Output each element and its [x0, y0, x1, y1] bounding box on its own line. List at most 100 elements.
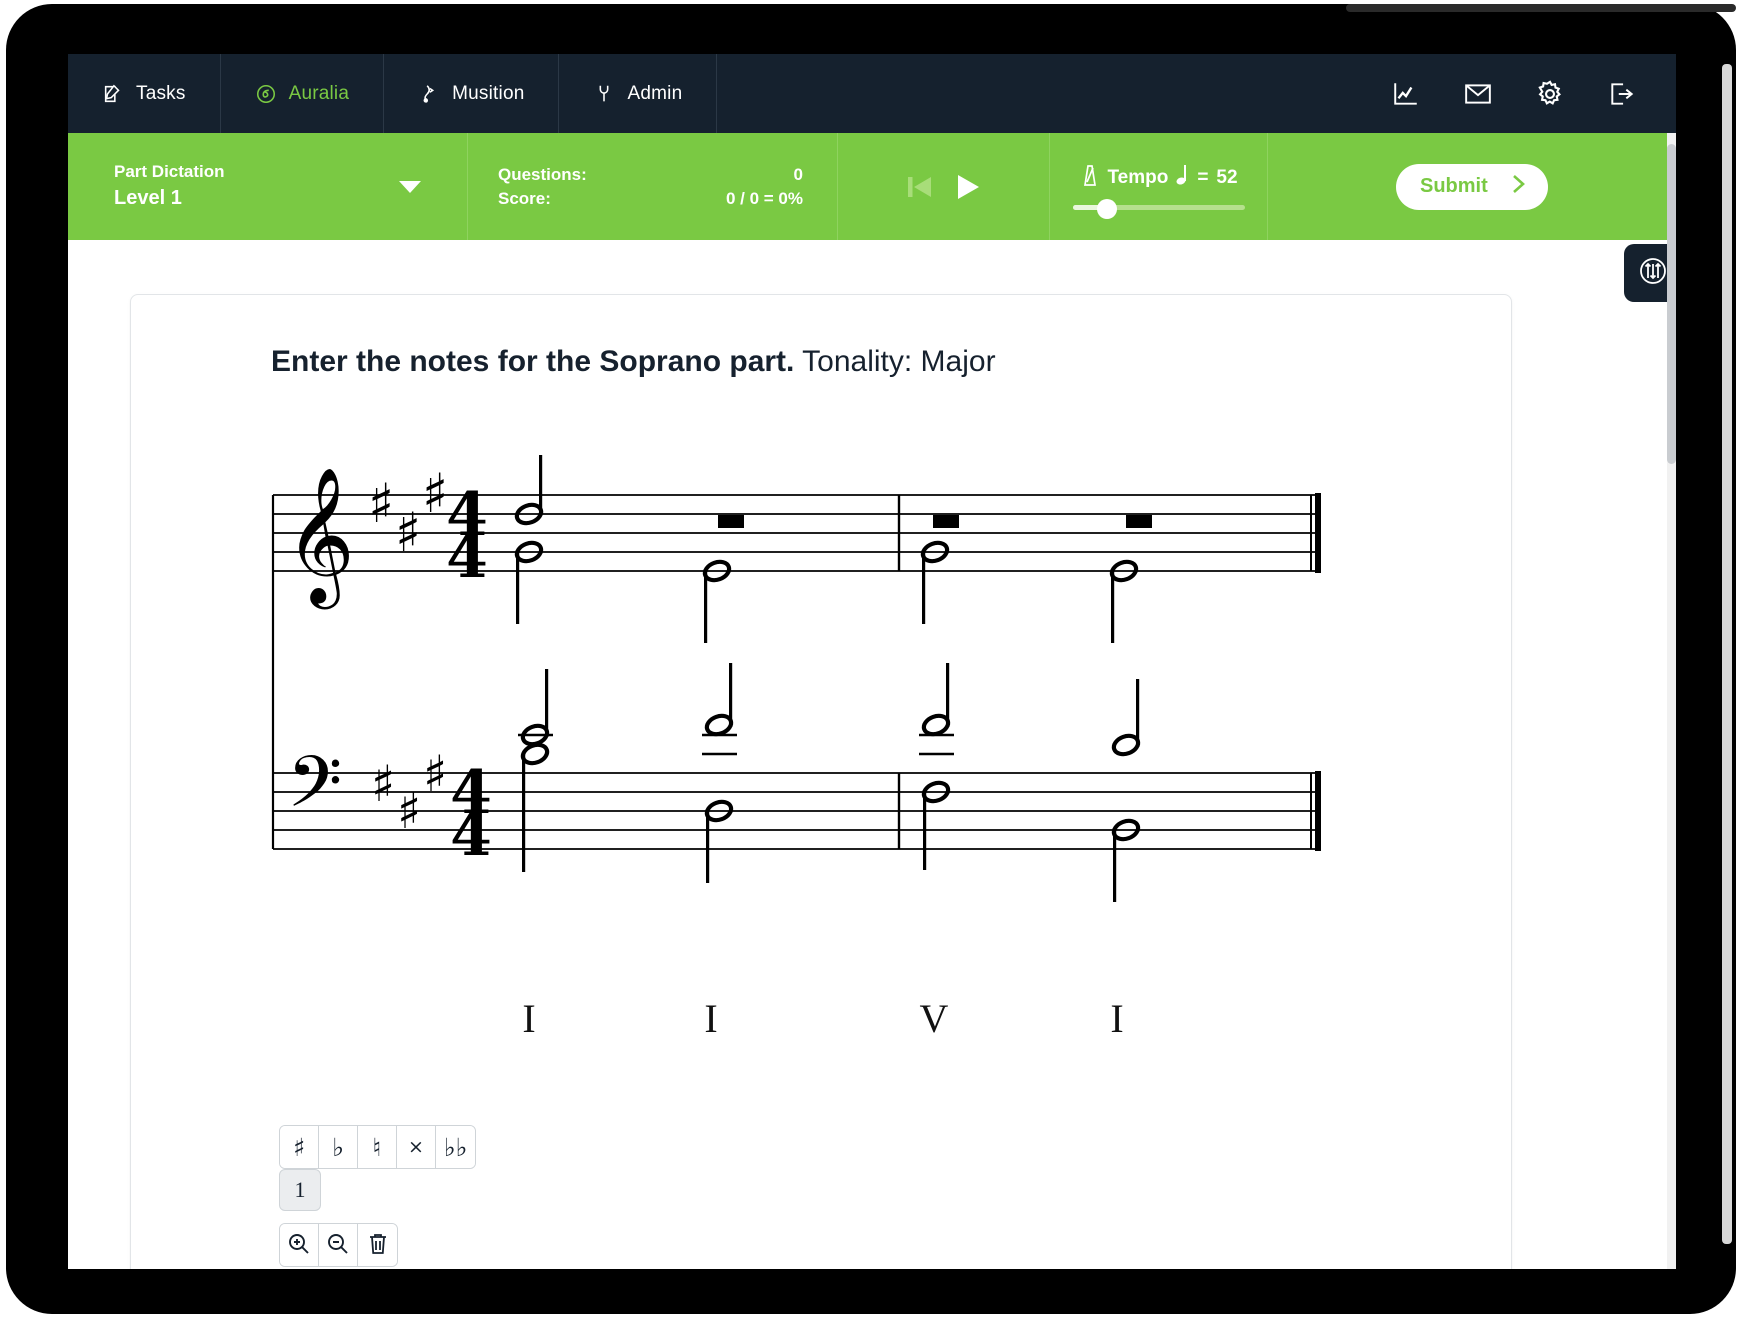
- top-navigation-bar: Tasks Auralia Musition Admin: [68, 54, 1676, 133]
- rewind-to-start-button[interactable]: [903, 170, 937, 204]
- nav-tab-admin[interactable]: Admin: [559, 54, 718, 133]
- double-sharp-icon: ×: [408, 1135, 424, 1158]
- nav-tab-musition[interactable]: Musition: [384, 54, 560, 133]
- zoom-out-icon: [326, 1232, 350, 1259]
- svg-text:4: 4: [446, 522, 488, 592]
- svg-text:𝄢: 𝄢: [287, 741, 342, 841]
- tempo-slider-knob[interactable]: [1096, 198, 1117, 219]
- svg-text:♯: ♯: [371, 755, 395, 813]
- nav-tab-auralia[interactable]: Auralia: [221, 54, 385, 133]
- exercise-selector[interactable]: Part Dictation Level 1: [68, 133, 468, 240]
- gear-icon[interactable]: [1536, 79, 1564, 108]
- treble-half-rest-m2-b3: [1126, 515, 1152, 528]
- treble-note-m1-b1-upper: [514, 455, 544, 526]
- page-scrollbar-thumb[interactable]: [1667, 144, 1676, 464]
- exercise-toolbar: Part Dictation Level 1 Questions: 0 Scor…: [68, 133, 1676, 240]
- tempo-slider[interactable]: [1072, 198, 1245, 219]
- playback-controls: [838, 133, 1050, 240]
- submit-button[interactable]: Submit: [1396, 163, 1548, 210]
- bass-note-m1-b3-upper: [702, 663, 737, 756]
- tempo-label: Tempo: [1107, 166, 1169, 188]
- questions-value: 0: [793, 164, 803, 184]
- wrench-icon: [593, 83, 615, 105]
- bass-note-m1-b1-upper: [518, 669, 553, 747]
- mail-icon[interactable]: [1464, 82, 1492, 106]
- roman-numeral: I: [704, 996, 718, 1041]
- time-signature-treble: 4 4: [446, 480, 488, 592]
- tempo-equals-sign: =: [1197, 166, 1209, 188]
- chevron-down-icon: [399, 180, 421, 193]
- nav-tab-label: Tasks: [136, 82, 186, 104]
- voice-selector-group: 1: [279, 1169, 486, 1211]
- treble-half-rest-m2-b1: [933, 515, 959, 528]
- voice-number-label: 1: [294, 1177, 306, 1202]
- key-signature-treble: ♯ ♯ ♯: [368, 462, 448, 564]
- time-signature-bass: 4 4: [450, 758, 492, 870]
- zoom-in-icon: [287, 1232, 311, 1259]
- play-button[interactable]: [951, 170, 985, 204]
- natural-icon: ♮: [372, 1132, 382, 1162]
- double-sharp-button[interactable]: ×: [397, 1126, 436, 1168]
- zoom-tool-group: [279, 1223, 486, 1267]
- nav-tab-label: Auralia: [288, 82, 350, 104]
- edit-square-icon: [102, 83, 124, 105]
- flat-button[interactable]: ♭: [319, 1126, 358, 1168]
- tablet-bezel-highlight: [1346, 4, 1736, 12]
- auralia-logo-icon: [255, 83, 277, 105]
- svg-text:♯: ♯: [395, 501, 421, 564]
- flat-icon: ♭: [332, 1132, 344, 1162]
- chevron-right-icon: [1510, 173, 1528, 201]
- tempo-value: 52: [1216, 166, 1238, 188]
- zoom-in-button[interactable]: [280, 1224, 319, 1266]
- svg-text:♯: ♯: [422, 462, 448, 525]
- bass-note-m2-b1-upper: [919, 663, 954, 756]
- trash-icon: [367, 1232, 389, 1259]
- score-label: Score:: [498, 188, 551, 208]
- nav-tab-label: Musition: [452, 82, 525, 104]
- quarter-note-icon: [1176, 164, 1189, 192]
- tablet-frame: Tasks Auralia Musition Admin Part Dictat…: [6, 4, 1736, 1314]
- bass-note-m2-b1-lower: [921, 780, 951, 870]
- key-signature-bass: ♯ ♯ ♯: [371, 745, 447, 840]
- nav-tab-tasks[interactable]: Tasks: [68, 54, 221, 133]
- logout-icon[interactable]: [1608, 81, 1636, 107]
- bass-note-m1-b1-lower: [520, 742, 550, 872]
- questions-label: Questions:: [498, 164, 587, 184]
- musition-logo-icon: [418, 83, 440, 105]
- voice-number-button[interactable]: 1: [279, 1169, 321, 1211]
- svg-text:4: 4: [450, 800, 492, 870]
- sharp-button[interactable]: ♯: [280, 1126, 319, 1168]
- exercise-card: Enter the notes for the Soprano part. To…: [130, 294, 1512, 1269]
- treble-half-rest-m1-b3: [718, 515, 744, 528]
- sliders-icon: [1636, 254, 1670, 293]
- tablet-screen: Tasks Auralia Musition Admin Part Dictat…: [68, 54, 1676, 1269]
- double-flat-button[interactable]: ♭♭: [436, 1126, 475, 1168]
- delete-button[interactable]: [358, 1224, 397, 1266]
- bass-clef-icon: 𝄢: [287, 741, 342, 841]
- music-notation-area[interactable]: 𝄞 𝄢 ♯ ♯ ♯ ♯ ♯ ♯ 4 4 4 4 I I V I: [131, 295, 1511, 1075]
- statistics-icon[interactable]: [1392, 81, 1420, 107]
- bass-note-m2-b3-upper: [1111, 679, 1141, 757]
- svg-text:♯: ♯: [423, 745, 447, 803]
- zoom-out-button[interactable]: [319, 1224, 358, 1266]
- roman-numeral: V: [919, 996, 949, 1041]
- score-summary: Questions: 0 Score: 0 / 0 = 0%: [468, 133, 838, 240]
- submit-section: Submit: [1268, 133, 1676, 240]
- treble-clef-icon: 𝄞: [285, 465, 355, 609]
- nav-icon-group: [1392, 54, 1676, 133]
- submit-label: Submit: [1420, 175, 1488, 197]
- music-score-svg[interactable]: 𝄞 𝄢 ♯ ♯ ♯ ♯ ♯ ♯ 4 4 4 4: [271, 455, 1451, 1035]
- roman-numeral-row: I I V I: [131, 995, 1511, 1045]
- zoom-button-group: [279, 1223, 398, 1267]
- roman-numeral: I: [522, 996, 536, 1041]
- double-flat-icon: ♭♭: [443, 1132, 468, 1162]
- roman-numeral: I: [1110, 996, 1124, 1041]
- metronome-icon: [1079, 163, 1099, 193]
- accidental-button-group: ♯ ♭ ♮ × ♭♭: [279, 1125, 476, 1169]
- svg-text:♯: ♯: [368, 472, 394, 535]
- nav-tab-label: Admin: [627, 82, 683, 104]
- natural-button[interactable]: ♮: [358, 1126, 397, 1168]
- score-value: 0 / 0 = 0%: [725, 188, 803, 208]
- tempo-control: Tempo = 52: [1050, 133, 1268, 240]
